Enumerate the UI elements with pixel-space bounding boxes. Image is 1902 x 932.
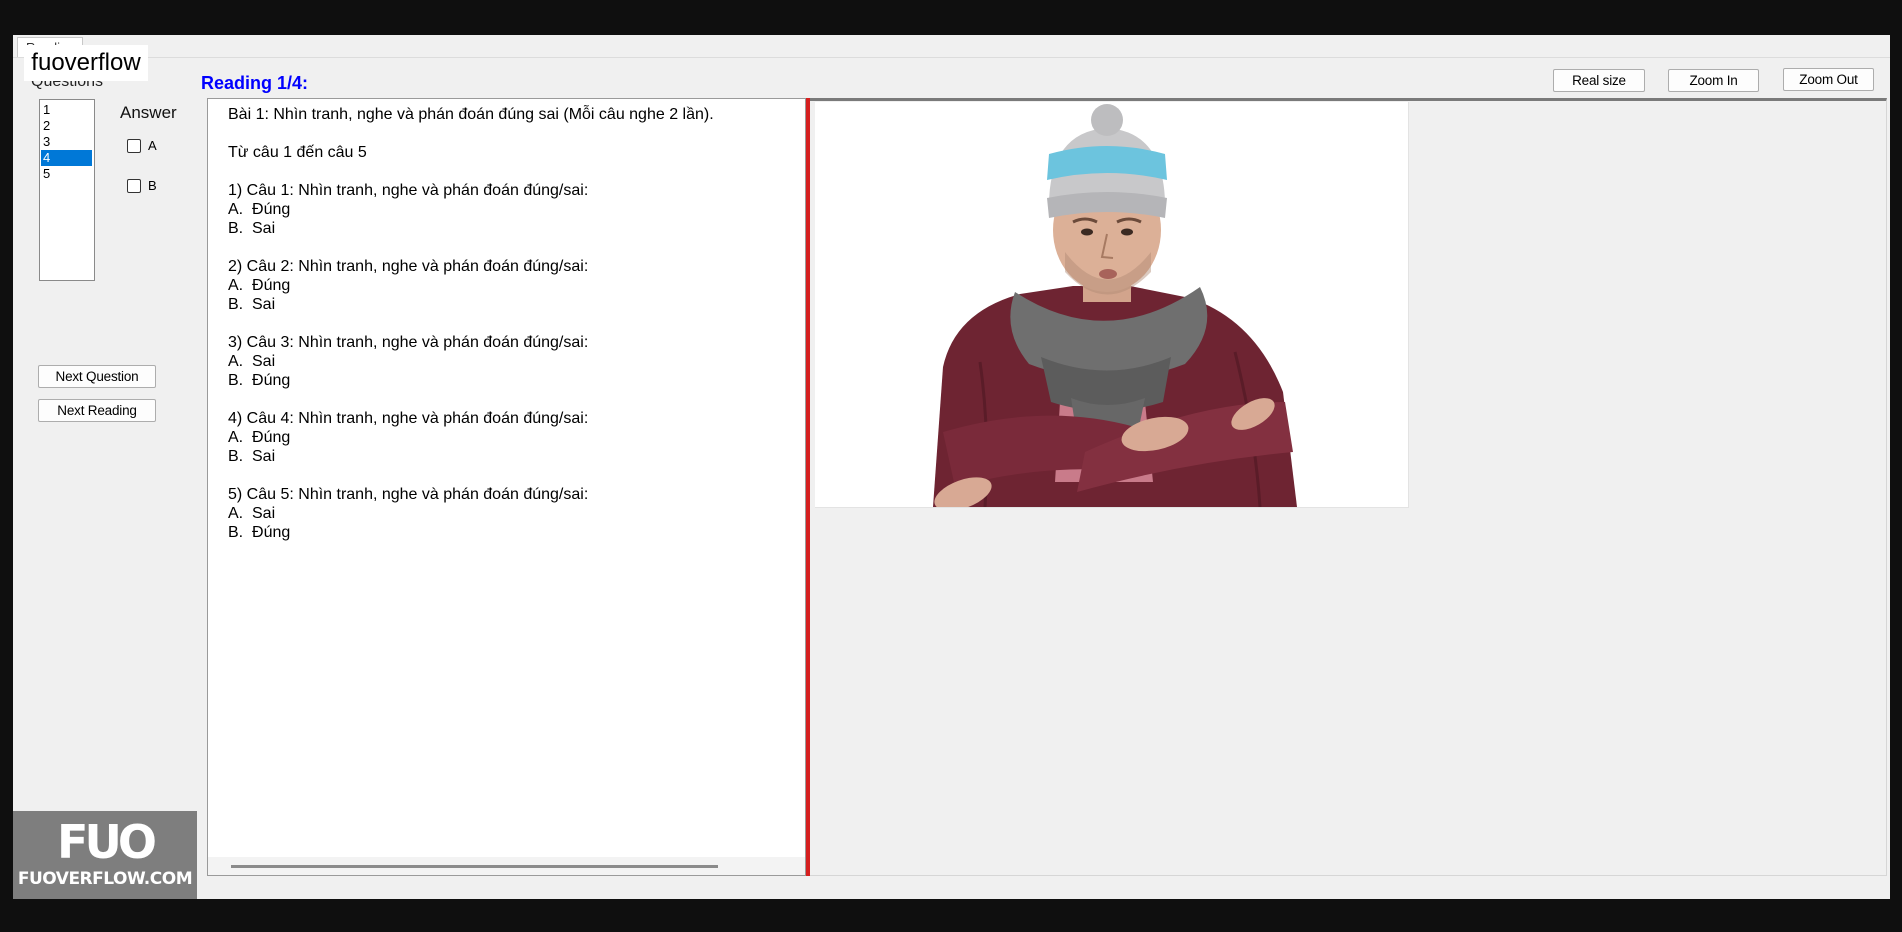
- next-reading-button[interactable]: Next Reading: [38, 399, 156, 422]
- question-image: [815, 102, 1409, 511]
- option-a-label: A: [148, 138, 157, 153]
- question-list[interactable]: 1 2 3 4 5: [39, 99, 95, 281]
- question-item-4[interactable]: 4: [41, 150, 92, 166]
- horizontal-scrollbar[interactable]: [208, 857, 805, 875]
- reading-text: Bài 1: Nhìn tranh, nghe và phán đoán đún…: [228, 106, 714, 541]
- exam-window: Reading fuoverflow Questions 1 2 3 4 5 A…: [13, 35, 1890, 899]
- reading-text-pane[interactable]: Bài 1: Nhìn tranh, nghe và phán đoán đún…: [207, 98, 806, 876]
- real-size-button[interactable]: Real size: [1553, 69, 1645, 92]
- question-item-1[interactable]: 1: [40, 102, 94, 118]
- tab-strip: Reading: [13, 35, 1890, 58]
- checkbox-a[interactable]: [127, 138, 141, 153]
- question-item-3[interactable]: 3: [40, 134, 94, 150]
- cold-man-image: [815, 102, 1408, 511]
- answer-option-b[interactable]: B: [127, 178, 157, 193]
- answer-label: Answer: [120, 103, 177, 122]
- logo-site-text: FUOVERFLOW.COM: [17, 869, 193, 889]
- scrollbar-thumb[interactable]: [231, 865, 718, 868]
- watermark-label: fuoverflow: [24, 45, 148, 81]
- checkbox-b[interactable]: [127, 178, 141, 193]
- option-b-label: B: [148, 178, 157, 193]
- fuoverflow-logo: FUO FUOVERFLOW.COM: [13, 811, 197, 899]
- next-question-button[interactable]: Next Question: [38, 365, 156, 388]
- zoom-in-button[interactable]: Zoom In: [1668, 69, 1759, 92]
- image-pane: [810, 98, 1887, 876]
- answer-option-a[interactable]: A: [127, 138, 157, 153]
- logo-mark: FUO: [57, 815, 157, 869]
- question-item-2[interactable]: 2: [40, 118, 94, 134]
- zoom-out-button[interactable]: Zoom Out: [1783, 68, 1874, 91]
- question-item-5[interactable]: 5: [40, 166, 94, 182]
- reading-title: Reading 1/4:: [201, 73, 309, 93]
